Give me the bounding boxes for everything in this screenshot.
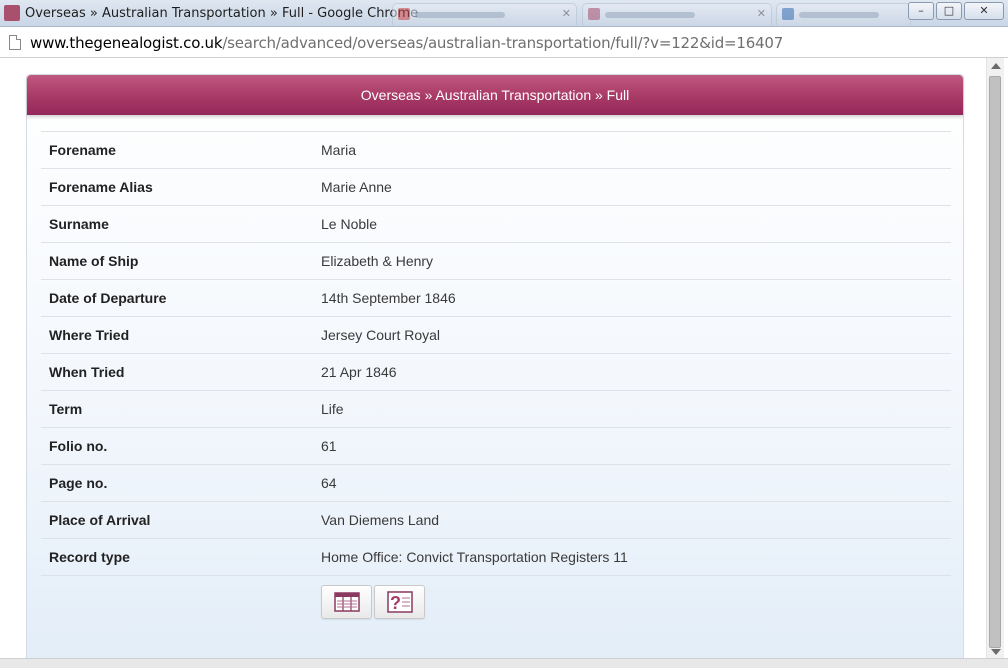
record-row-page-no: Page no. 64 bbox=[41, 464, 951, 502]
field-label: Forename bbox=[49, 142, 116, 158]
field-label: Surname bbox=[49, 216, 109, 232]
panel-title: Overseas » Australian Transportation » F… bbox=[27, 75, 963, 115]
background-tab[interactable] bbox=[776, 3, 911, 25]
url-path: /search/advanced/overseas/australian-tra… bbox=[222, 34, 784, 52]
scrollbar-thumb[interactable] bbox=[989, 76, 1001, 648]
view-image-button[interactable] bbox=[321, 585, 372, 619]
field-label: When Tried bbox=[49, 364, 125, 380]
field-label: Page no. bbox=[49, 475, 108, 491]
field-value: Elizabeth & Henry bbox=[321, 253, 434, 269]
page-icon bbox=[9, 35, 21, 50]
record-row-forename-alias: Forename Alias Marie Anne bbox=[41, 168, 951, 206]
record-row-place-of-arrival: Place of Arrival Van Diemens Land bbox=[41, 501, 951, 539]
scroll-down-icon[interactable] bbox=[991, 649, 1001, 655]
field-value: 14th September 1846 bbox=[321, 290, 456, 306]
help-icon: ? bbox=[386, 591, 413, 613]
window-title-bar: Overseas » Australian Transportation » F… bbox=[0, 0, 1008, 27]
record-row-where-tried: Where Tried Jersey Court Royal bbox=[41, 316, 951, 354]
field-value: Life bbox=[321, 401, 344, 417]
vertical-scrollbar[interactable] bbox=[986, 58, 1004, 660]
record-row-surname: Surname Le Noble bbox=[41, 205, 951, 243]
record-row-forename: Forename Maria bbox=[41, 131, 951, 169]
field-value: Le Noble bbox=[321, 216, 378, 232]
tab-close-icon[interactable]: ✕ bbox=[562, 7, 571, 20]
url-host: www.thegenealogist.co.uk bbox=[30, 34, 223, 52]
record-row-date-of-departure: Date of Departure 14th September 1846 bbox=[41, 279, 951, 317]
horizontal-scrollbar[interactable] bbox=[0, 658, 1008, 668]
url-text[interactable]: www.thegenealogist.co.uk/search/advanced… bbox=[30, 34, 783, 52]
tab-close-icon[interactable]: ✕ bbox=[757, 7, 766, 20]
field-value: Marie Anne bbox=[321, 179, 392, 195]
record-table: Forename Maria Forename Alias Marie Anne Sur… bbox=[41, 131, 951, 576]
record-row-when-tried: When Tried 21 Apr 1846 bbox=[41, 353, 951, 391]
field-label: Date of Departure bbox=[49, 290, 167, 306]
maximize-button[interactable]: □ bbox=[936, 2, 962, 20]
field-label: Name of Ship bbox=[49, 253, 139, 269]
record-row-term: Term Life bbox=[41, 390, 951, 428]
field-label: Place of Arrival bbox=[49, 512, 151, 528]
record-panel: Overseas » Australian Transportation » F… bbox=[26, 74, 964, 658]
record-row-record-type: Record type Home Office: Convict Transpor… bbox=[41, 538, 951, 576]
field-label: Folio no. bbox=[49, 438, 108, 454]
window-title: Overseas » Australian Transportation » F… bbox=[25, 6, 419, 21]
tab-favicon-icon bbox=[588, 8, 600, 20]
page-viewport: Overseas » Australian Transportation » F… bbox=[0, 58, 986, 658]
chrome-app-icon bbox=[4, 5, 20, 21]
field-label: Where Tried bbox=[49, 327, 130, 343]
minimize-button[interactable]: – bbox=[908, 2, 934, 20]
field-value: Home Office: Convict Transportation Regi… bbox=[321, 549, 628, 565]
close-window-button[interactable]: ✕ bbox=[964, 2, 1004, 20]
field-value: 21 Apr 1846 bbox=[321, 364, 397, 380]
background-tab[interactable]: ✕ bbox=[392, 3, 577, 25]
svg-text:?: ? bbox=[390, 593, 401, 613]
record-row-folio-no: Folio no. 61 bbox=[41, 427, 951, 465]
field-value: Jersey Court Royal bbox=[321, 327, 441, 343]
background-tab[interactable]: ✕ bbox=[582, 3, 772, 25]
field-value: Maria bbox=[321, 142, 357, 158]
field-value: 64 bbox=[321, 475, 337, 491]
record-row-name-of-ship: Name of Ship Elizabeth & Henry bbox=[41, 242, 951, 280]
scroll-up-icon[interactable] bbox=[991, 63, 1001, 69]
record-actions: ? bbox=[321, 585, 425, 619]
tab-favicon-icon bbox=[398, 8, 410, 20]
view-image-icon bbox=[333, 592, 360, 612]
field-value: 61 bbox=[321, 438, 337, 454]
field-label: Record type bbox=[49, 549, 130, 565]
tab-favicon-icon bbox=[782, 8, 794, 20]
field-value: Van Diemens Land bbox=[321, 512, 440, 528]
field-label: Term bbox=[49, 401, 83, 417]
help-button[interactable]: ? bbox=[374, 585, 425, 619]
field-label: Forename Alias bbox=[49, 179, 153, 195]
address-bar[interactable]: www.thegenealogist.co.uk/search/advanced… bbox=[0, 27, 1008, 58]
